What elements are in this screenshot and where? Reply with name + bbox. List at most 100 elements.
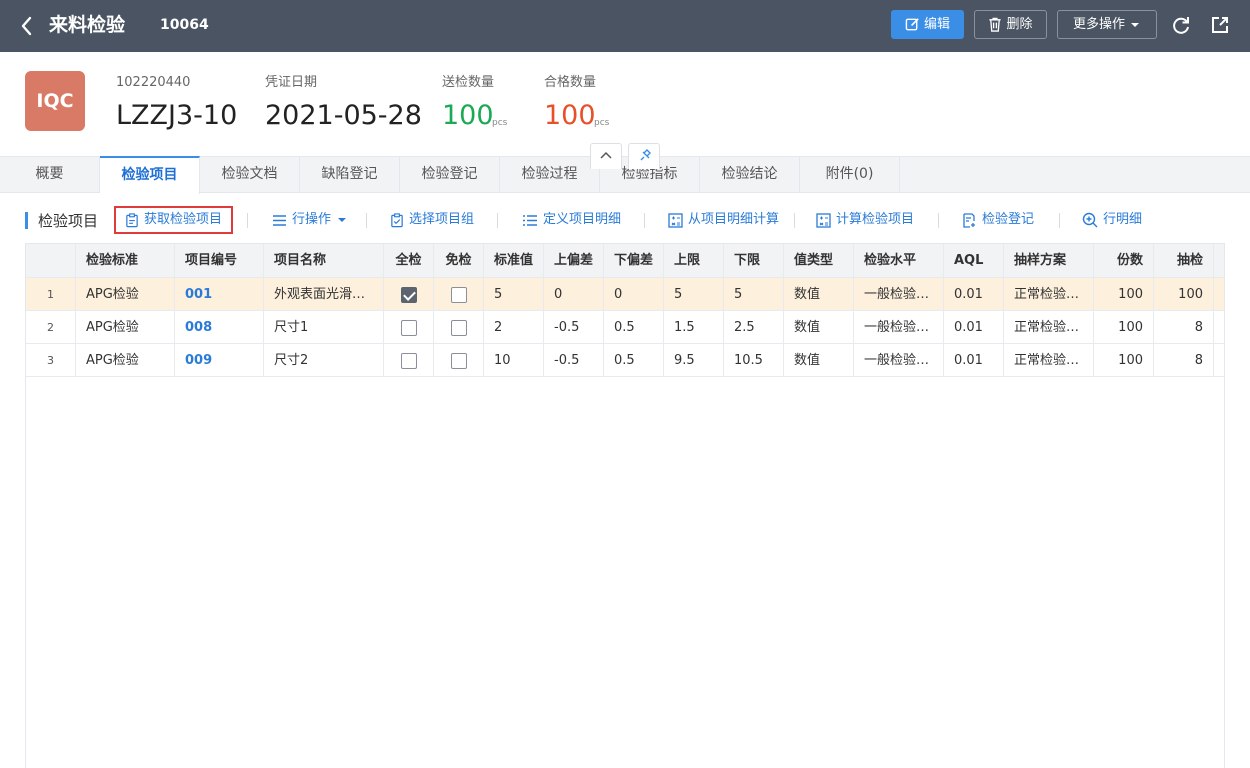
cell-code-link[interactable]: 009 — [175, 344, 264, 376]
exempt-checkbox[interactable] — [450, 286, 467, 303]
pass-qty-value: 100 — [544, 100, 596, 131]
cell-upper-deviation: -0.5 — [544, 311, 604, 343]
header-aql[interactable]: AQL — [944, 244, 1004, 277]
full-inspect-checkbox[interactable] — [400, 352, 417, 369]
tab-defect-register[interactable]: 缺陷登记 — [300, 156, 400, 193]
table-header-row: 检验标准 项目编号 项目名称 全检 免检 标准值 上偏差 下偏差 上限 下限 值… — [26, 244, 1224, 278]
cell-sampling-plan: 正常检验… — [1004, 311, 1094, 343]
cell-inspection-level: 一般检验… — [854, 344, 944, 376]
delete-button[interactable]: 删除 — [974, 10, 1047, 39]
cell-standard-value: 5 — [484, 278, 544, 310]
tab-inspection-docs[interactable]: 检验文档 — [200, 156, 300, 193]
define-item-detail-button[interactable]: 定义项目明细 — [522, 206, 621, 234]
full-inspect-checkbox[interactable] — [400, 319, 417, 336]
header-standard-value[interactable]: 标准值 — [484, 244, 544, 277]
tab-attachments[interactable]: 附件(0) — [800, 156, 900, 193]
header-name[interactable]: 项目名称 — [264, 244, 384, 277]
open-external-icon[interactable] — [1209, 14, 1231, 36]
header-full-inspect[interactable]: 全检 — [384, 244, 434, 277]
refresh-icon[interactable] — [1170, 14, 1192, 36]
cell-inspection-level: 一般检验… — [854, 311, 944, 343]
header-copies[interactable]: 份数 — [1094, 244, 1154, 277]
tab-inspection-process[interactable]: 检验过程 — [500, 156, 600, 193]
cell-upper-deviation: 0 — [544, 278, 604, 310]
cell-code-link[interactable]: 008 — [175, 311, 264, 343]
cell-sampling-plan: 正常检验… — [1004, 278, 1094, 310]
pin-icon — [640, 149, 651, 161]
cell-exempt — [434, 344, 484, 376]
exempt-checkbox[interactable] — [450, 319, 467, 336]
cell-full-inspect — [384, 278, 434, 310]
header-inspection-level[interactable]: 检验水平 — [854, 244, 944, 277]
date-label: 凭证日期 — [265, 75, 318, 90]
cell-lower-limit: 5 — [724, 278, 784, 310]
header-sampling-plan[interactable]: 抽样方案 — [1004, 244, 1094, 277]
section-title: 检验项目 — [38, 212, 99, 230]
delete-label: 删除 — [1006, 17, 1033, 32]
clipboard-icon — [126, 212, 138, 227]
cell-standard: APG检验 — [76, 344, 175, 376]
toolbar-divider — [497, 213, 498, 228]
cell-value-type: 数值 — [784, 311, 854, 343]
row-operations-dropdown[interactable]: 行操作 — [272, 206, 348, 234]
table-row[interactable]: 2 APG检验 008 尺寸1 2 -0.5 0.5 1.5 2.5 数值 一般… — [26, 311, 1224, 344]
header-value-type[interactable]: 值类型 — [784, 244, 854, 277]
trash-icon — [989, 17, 1002, 32]
inspection-register-button[interactable]: 检验登记 — [962, 206, 1034, 234]
table-row[interactable]: 3 APG检验 009 尺寸2 10 -0.5 0.5 9.5 10.5 数值 … — [26, 344, 1224, 377]
tab-inspection-register[interactable]: 检验登记 — [400, 156, 500, 193]
inspection-register-label: 检验登记 — [982, 212, 1035, 227]
tab-bar: 概要 检验项目 检验文档 缺陷登记 检验登记 检验过程 检验指标 检验结论 附件… — [0, 156, 1250, 194]
header-code[interactable]: 项目编号 — [175, 244, 264, 277]
calculator-icon — [816, 212, 831, 228]
header-lower-deviation[interactable]: 下偏差 — [604, 244, 664, 277]
calc-inspection-items-button[interactable]: 计算检验项目 — [816, 206, 914, 234]
table-row[interactable]: 1 APG检验 001 外观表面光滑… 5 0 0 5 5 数值 一般检验… 0… — [26, 278, 1224, 311]
header-exempt[interactable]: 免检 — [434, 244, 484, 277]
cell-sample: 100 — [1154, 278, 1214, 310]
exempt-checkbox[interactable] — [450, 352, 467, 369]
code-label: 102220440 — [116, 75, 191, 90]
header-upper-deviation[interactable]: 上偏差 — [544, 244, 604, 277]
cell-sample: 8 — [1154, 344, 1214, 376]
row-operations-label: 行操作 — [292, 212, 332, 227]
cell-lower-deviation: 0.5 — [604, 311, 664, 343]
header-sample[interactable]: 抽检 — [1154, 244, 1214, 277]
pin-header-button[interactable] — [628, 143, 660, 169]
calc-from-detail-label: 从项目明细计算 — [688, 212, 780, 227]
tab-inspection-conclusion[interactable]: 检验结论 — [700, 156, 800, 193]
tab-inspection-items[interactable]: 检验项目 — [100, 156, 200, 194]
full-inspect-checkbox[interactable] — [400, 286, 417, 303]
row-index: 3 — [26, 344, 76, 376]
cell-lower-deviation: 0.5 — [604, 344, 664, 376]
calculator-icon — [668, 212, 683, 228]
header-upper-limit[interactable]: 上限 — [664, 244, 724, 277]
cell-upper-deviation: -0.5 — [544, 344, 604, 376]
toolbar-divider — [644, 213, 645, 228]
back-arrow-icon[interactable] — [16, 13, 38, 39]
zoom-in-icon — [1082, 212, 1098, 228]
header-standard[interactable]: 检验标准 — [76, 244, 175, 277]
tab-overview[interactable]: 概要 — [0, 156, 100, 193]
fetch-inspection-items-label: 获取检验项目 — [144, 212, 223, 227]
calc-from-detail-button[interactable]: 从项目明细计算 — [668, 206, 779, 234]
caret-down-icon — [338, 218, 347, 222]
edit-button[interactable]: 编辑 — [891, 10, 964, 39]
collapse-header-button[interactable] — [590, 143, 622, 169]
fetch-inspection-items-button[interactable]: 获取检验项目 — [114, 206, 234, 234]
cell-upper-limit: 1.5 — [664, 311, 724, 343]
select-item-group-label: 选择项目组 — [409, 212, 475, 227]
header-lower-limit[interactable]: 下限 — [724, 244, 784, 277]
cell-name: 尺寸2 — [264, 344, 384, 376]
sent-qty-value: 100 — [442, 100, 494, 131]
more-actions-button[interactable]: 更多操作 — [1057, 10, 1157, 39]
cell-lower-deviation: 0 — [604, 278, 664, 310]
cell-aql: 0.01 — [944, 311, 1004, 343]
cell-aql: 0.01 — [944, 344, 1004, 376]
header-index — [26, 244, 76, 277]
list-icon — [523, 214, 537, 226]
caret-down-icon — [1131, 22, 1139, 27]
select-item-group-button[interactable]: 选择项目组 — [390, 206, 474, 234]
row-detail-button[interactable]: 行明细 — [1082, 206, 1142, 234]
cell-code-link[interactable]: 001 — [175, 278, 264, 310]
